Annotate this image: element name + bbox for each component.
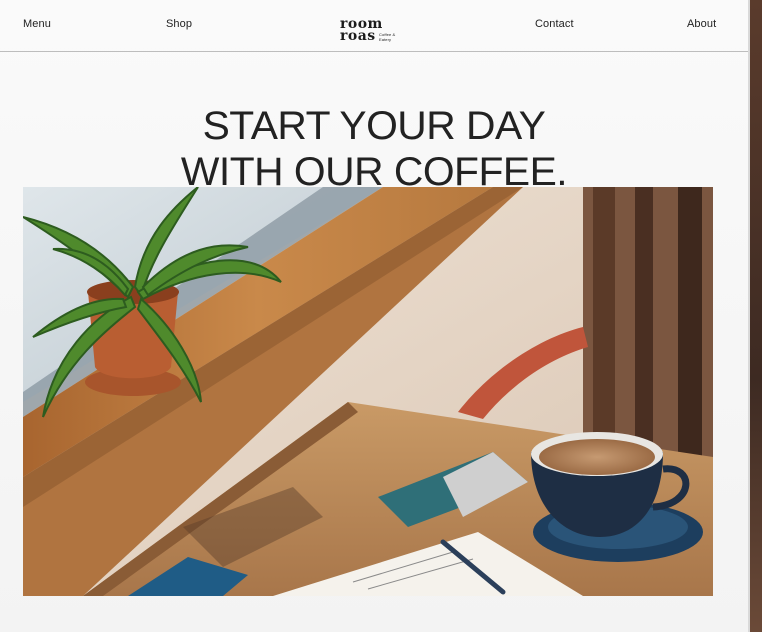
- next-slide-preview: [748, 0, 762, 632]
- landing-page: Menu Shop room roas Coffee & Eatery Cont…: [0, 0, 748, 632]
- hero-headline: START YOUR DAY WITH OUR COFFEE.: [0, 103, 755, 195]
- hero-image-coffee-table: [23, 187, 713, 596]
- hero-image-illustration: [23, 187, 713, 596]
- logo-tagline: Coffee & Eatery: [379, 32, 396, 42]
- nav-link-contact[interactable]: Contact: [535, 18, 574, 30]
- top-navigation: Menu Shop room roas Coffee & Eatery Cont…: [0, 0, 748, 52]
- hero-headline-line-1: START YOUR DAY: [202, 103, 546, 148]
- logo-word-bottom: roas: [340, 28, 376, 44]
- nav-link-shop[interactable]: Shop: [166, 18, 192, 30]
- nav-link-menu[interactable]: Menu: [23, 18, 51, 30]
- nav-link-about[interactable]: About: [687, 18, 716, 30]
- brand-logo[interactable]: room roas Coffee & Eatery: [340, 17, 400, 46]
